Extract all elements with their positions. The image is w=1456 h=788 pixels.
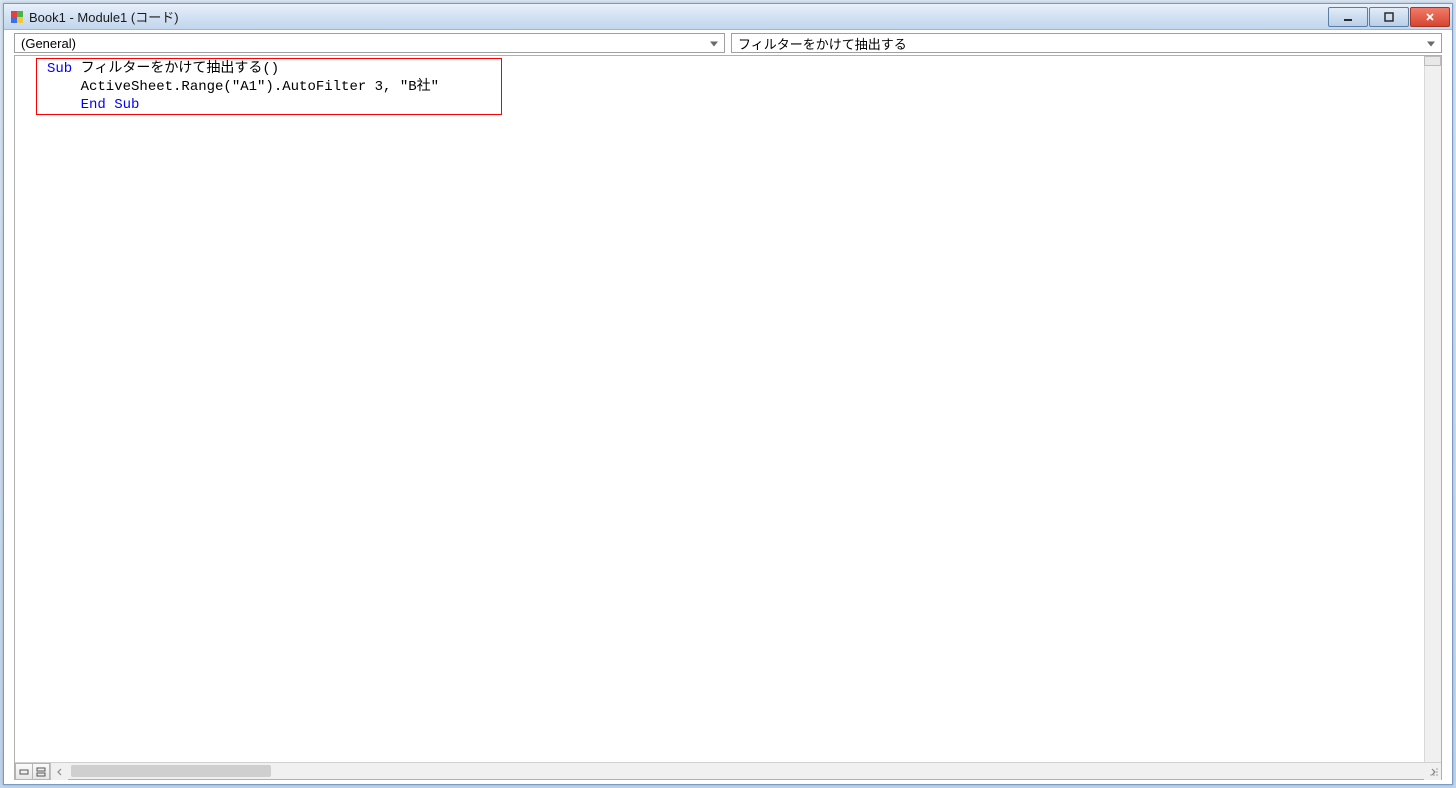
window-title: Book1 - Module1 (コード) xyxy=(29,7,1328,26)
code-line-body: ActiveSheet.Range("A1").AutoFilter 3, "B… xyxy=(47,79,439,95)
code-keyword-sub: Sub xyxy=(47,61,72,77)
titlebar[interactable]: Book1 - Module1 (コード) xyxy=(4,4,1452,30)
maximize-button[interactable] xyxy=(1369,7,1409,27)
full-module-view-button[interactable] xyxy=(32,763,50,780)
view-toggle-group xyxy=(15,763,51,779)
bottom-bar xyxy=(15,762,1441,779)
code-editor[interactable]: Sub フィルターをかけて抽出する() ActiveSheet.Range("A… xyxy=(15,56,1424,762)
vertical-split-handle[interactable] xyxy=(1424,56,1441,66)
hscroll-thumb[interactable] xyxy=(71,765,271,777)
vertical-scrollbar[interactable] xyxy=(1424,66,1441,762)
vba-code-window: Book1 - Module1 (コード) (General) フィルターをかけ… xyxy=(3,3,1453,785)
horizontal-scrollbar[interactable] xyxy=(51,763,1441,779)
code-keyword-endsub: End Sub xyxy=(47,97,139,113)
procedure-view-button[interactable] xyxy=(15,763,33,780)
window-controls xyxy=(1328,7,1450,27)
code-sub-name: フィルターをかけて抽出する() xyxy=(72,61,279,77)
procedure-dropdown[interactable]: フィルターをかけて抽出する xyxy=(731,33,1442,53)
dropdown-row: (General) フィルターをかけて抽出する xyxy=(4,30,1452,54)
scope-dropdown[interactable]: (General) xyxy=(14,33,725,53)
scope-value: (General) xyxy=(21,36,76,51)
procedure-value: フィルターをかけて抽出する xyxy=(738,34,907,53)
resize-grip-icon[interactable] xyxy=(1427,765,1441,779)
close-button[interactable] xyxy=(1410,7,1450,27)
hscroll-left-button[interactable] xyxy=(51,763,68,780)
app-icon xyxy=(9,9,25,25)
code-area: Sub フィルターをかけて抽出する() ActiveSheet.Range("A… xyxy=(14,55,1442,780)
minimize-button[interactable] xyxy=(1328,7,1368,27)
